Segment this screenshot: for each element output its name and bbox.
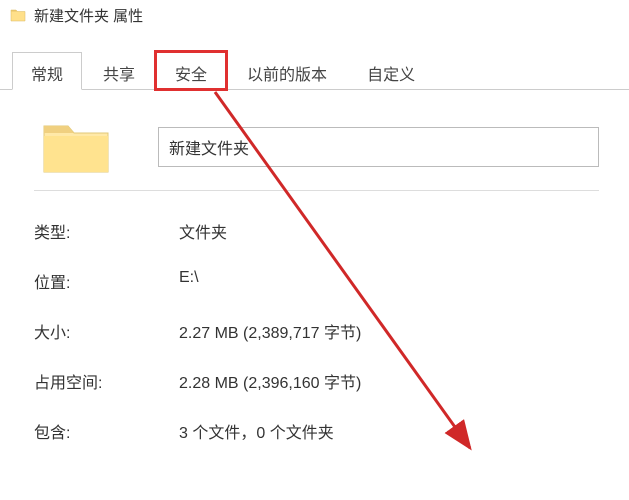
row-size-on-disk: 占用空间: 2.28 MB (2,396,160 字节) <box>34 369 599 393</box>
type-value: 文件夹 <box>179 219 599 243</box>
folder-icon-large <box>40 118 112 176</box>
size-on-disk-label: 占用空间: <box>34 369 179 393</box>
title-bar: 新建文件夹 属性 <box>0 0 629 30</box>
tabs: 常规 共享 安全 以前的版本 自定义 <box>0 52 629 90</box>
location-label: 位置: <box>34 269 179 293</box>
tab-previous-versions[interactable]: 以前的版本 <box>228 52 346 89</box>
divider <box>34 190 599 191</box>
row-location: 位置: E:\ <box>34 269 599 293</box>
tab-customize[interactable]: 自定义 <box>348 52 434 89</box>
row-contains: 包含: 3 个文件，0 个文件夹 <box>34 419 599 443</box>
content: 类型: 文件夹 位置: E:\ 大小: 2.27 MB (2,389,717 字… <box>0 90 629 489</box>
contains-value: 3 个文件，0 个文件夹 <box>179 419 599 443</box>
contains-label: 包含: <box>34 419 179 443</box>
tab-general[interactable]: 常规 <box>12 52 82 90</box>
type-label: 类型: <box>34 219 179 243</box>
window-title: 新建文件夹 属性 <box>34 5 143 26</box>
size-label: 大小: <box>34 319 179 343</box>
location-value: E:\ <box>179 269 599 293</box>
folder-icon <box>10 8 26 22</box>
size-on-disk-value: 2.28 MB (2,396,160 字节) <box>179 369 599 393</box>
folder-name-input[interactable] <box>158 127 599 167</box>
size-value: 2.27 MB (2,389,717 字节) <box>179 319 599 343</box>
tab-sharing[interactable]: 共享 <box>84 52 154 89</box>
header-row <box>34 118 599 176</box>
row-type: 类型: 文件夹 <box>34 219 599 243</box>
row-size: 大小: 2.27 MB (2,389,717 字节) <box>34 319 599 343</box>
tab-security[interactable]: 安全 <box>156 52 226 89</box>
